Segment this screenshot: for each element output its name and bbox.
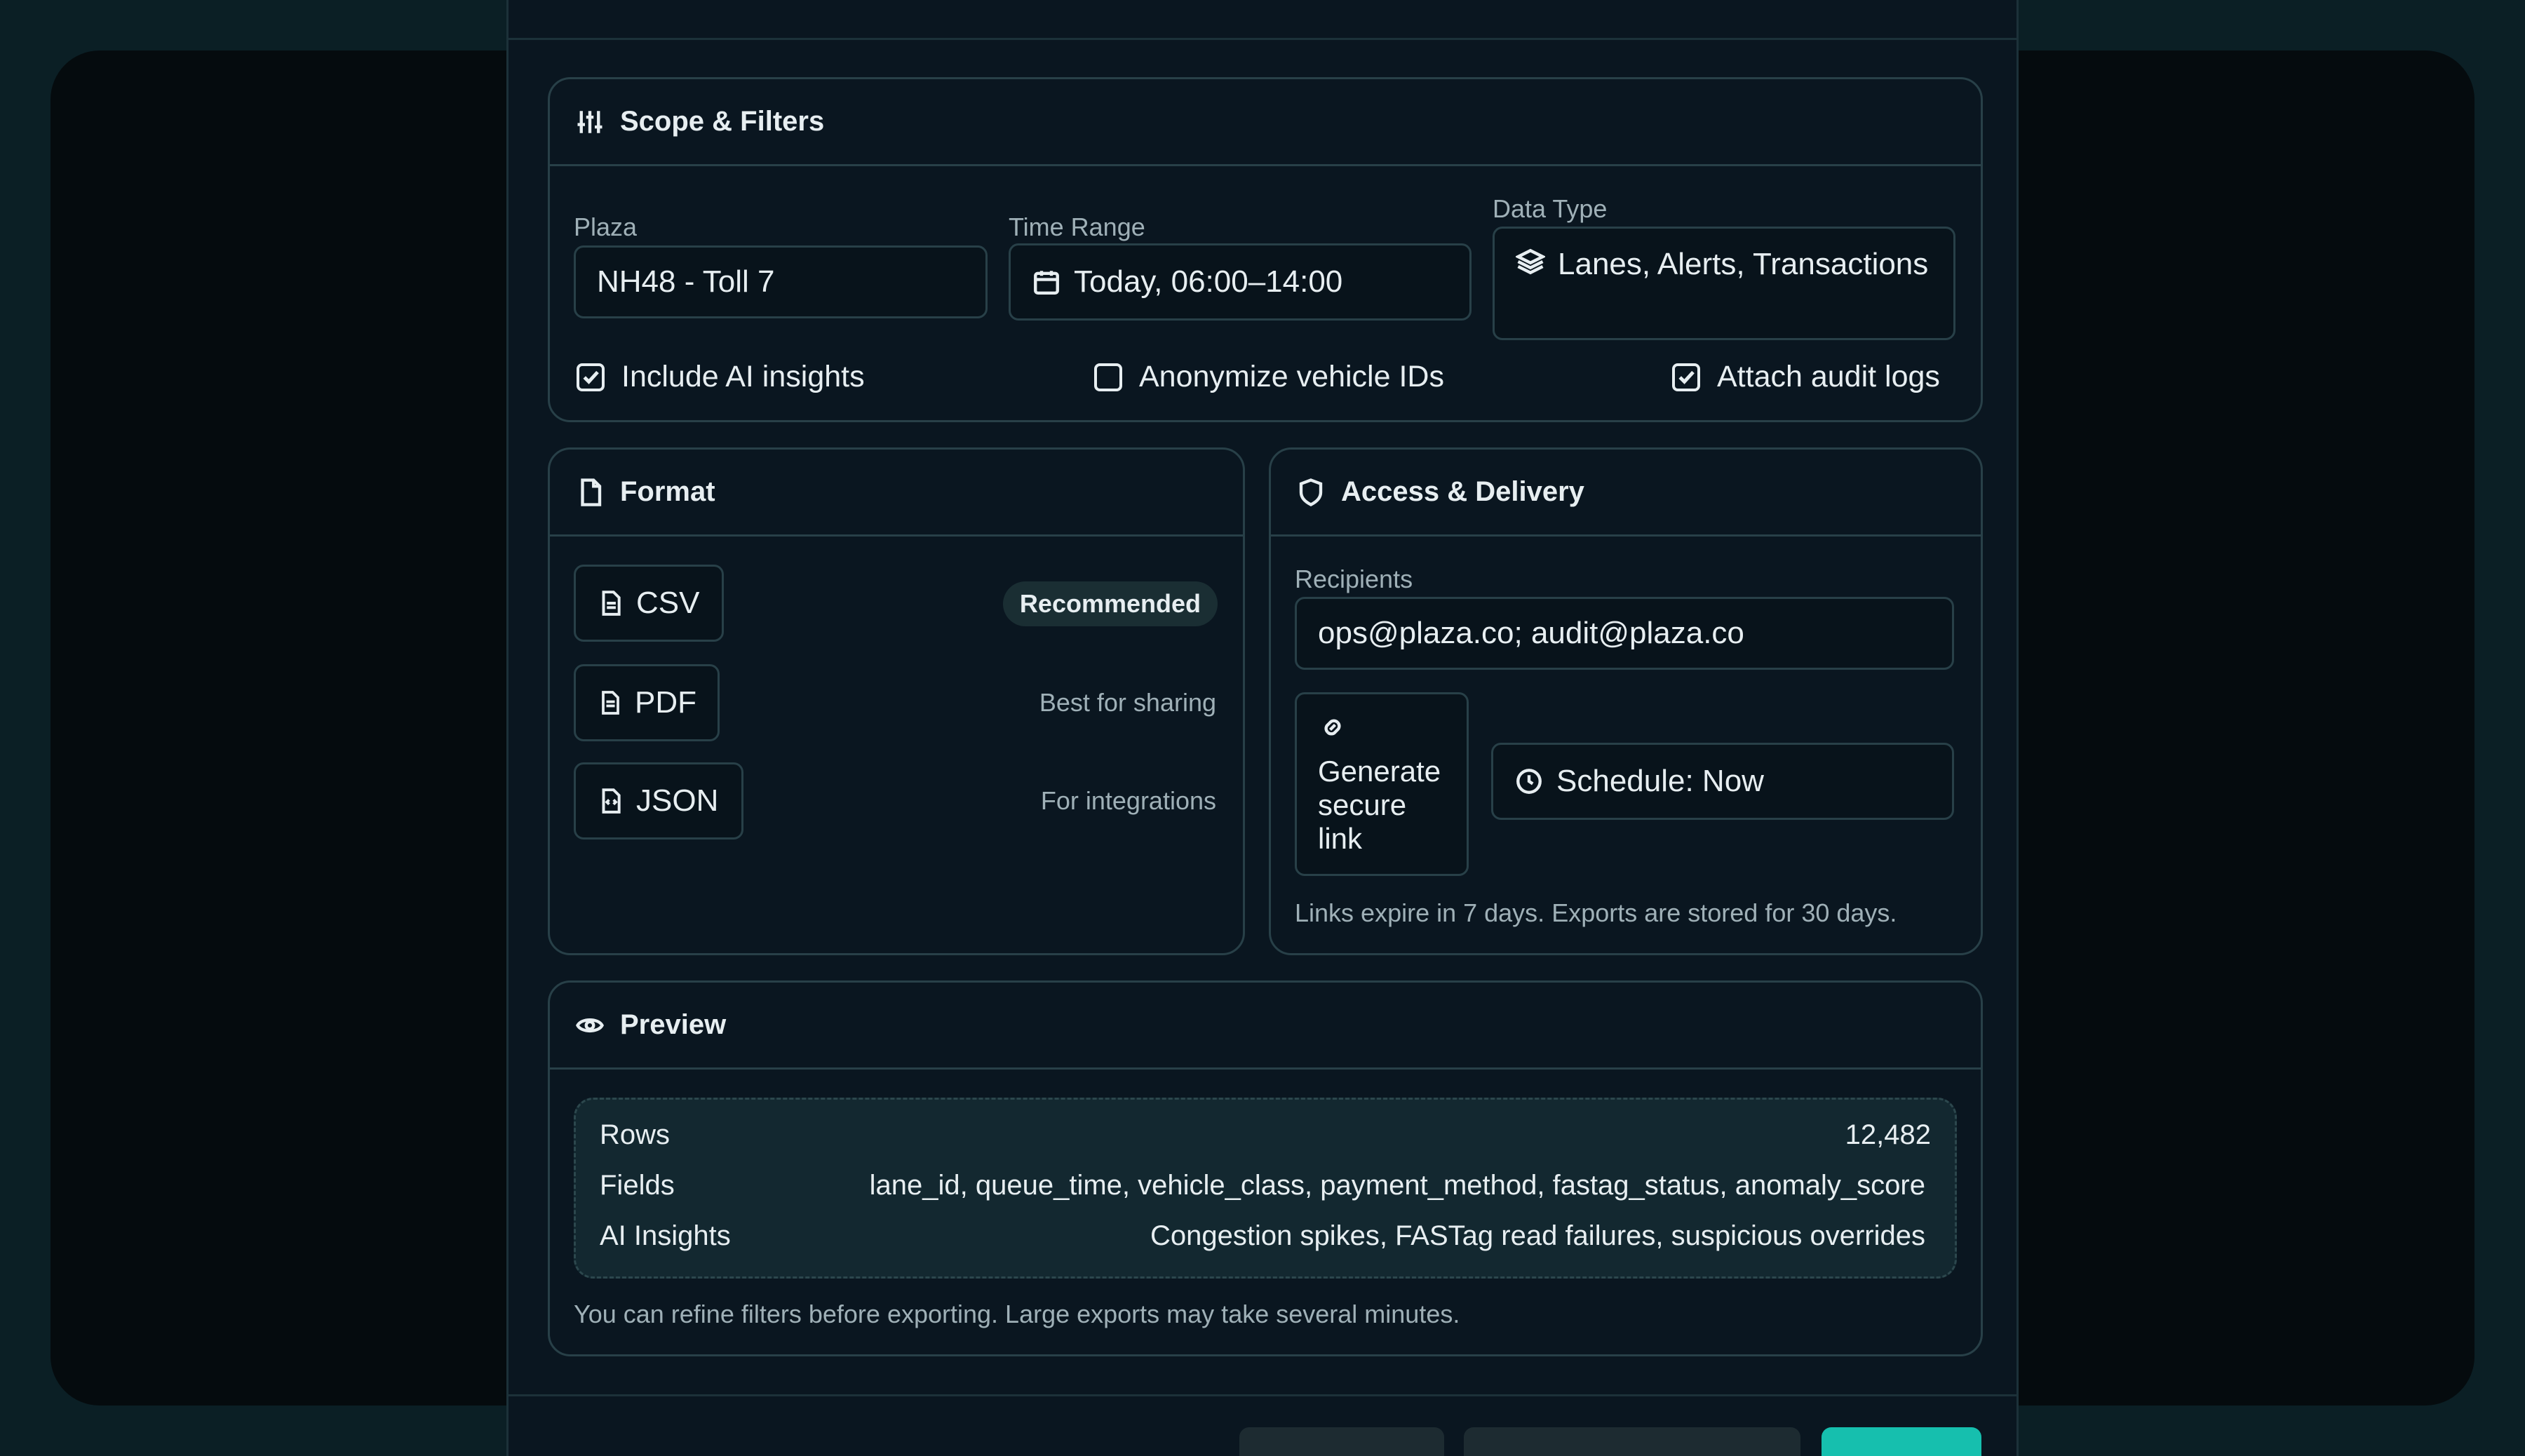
format-csv-button[interactable]: CSV <box>574 565 724 642</box>
time-range-label: Time Range <box>1009 213 1145 241</box>
sliders-icon <box>575 107 605 137</box>
preview-header: Preview <box>550 983 1981 1070</box>
preview-note: You can refine filters before exporting.… <box>574 1300 1460 1328</box>
link-icon <box>1318 713 1347 742</box>
fields-label: Fields <box>600 1170 675 1201</box>
layers-icon <box>1516 247 1545 276</box>
attach-audit-logs-checkbox[interactable]: Attach audit logs <box>1672 360 1940 394</box>
data-type-label: Data Type <box>1493 194 1608 223</box>
fields-value: lane_id, queue_time, vehicle_class, paym… <box>869 1170 1925 1201</box>
pdf-file-icon <box>602 691 619 715</box>
recommended-badge: Recommended <box>1002 581 1218 626</box>
generate-secure-link-label: Generate secure link <box>1318 755 1441 855</box>
access-delivery-card: Access & Delivery Recipients ops@plaza.c… <box>1269 447 1983 955</box>
checked-box-icon <box>577 363 605 391</box>
rows-value: 12,482 <box>1845 1119 1931 1150</box>
rows-label: Rows <box>600 1119 671 1150</box>
recipients-label: Recipients <box>1295 565 1413 593</box>
json-label: JSON <box>636 783 719 818</box>
anonymize-vehicle-ids-label: Anonymize vehicle IDs <box>1139 360 1444 393</box>
secondary-action-button[interactable] <box>1464 1427 1800 1456</box>
preview-summary-box: Rows 12,482 Fields lane_id, queue_time, … <box>574 1098 1957 1279</box>
file-icon <box>575 478 605 507</box>
data-type-value: Lanes, Alerts, Transactions <box>1558 247 1929 281</box>
access-delivery-title: Access & Delivery <box>1341 476 1584 507</box>
access-delivery-header: Access & Delivery <box>1271 450 1981 537</box>
calendar-icon <box>1032 267 1061 297</box>
delivery-note: Links expire in 7 days. Exports are stor… <box>1295 898 1897 927</box>
format-header: Format <box>550 450 1243 537</box>
preview-title: Preview <box>620 1009 727 1040</box>
pdf-hint: Best for sharing <box>1039 688 1216 717</box>
csv-file-icon <box>602 591 621 616</box>
modal-header-divider <box>509 38 2016 40</box>
schedule-value: Schedule: Now <box>1556 764 1764 798</box>
modal-footer-divider <box>509 1394 2016 1396</box>
time-range-value: Today, 06:00–14:00 <box>1074 264 1343 299</box>
cancel-button[interactable] <box>1239 1427 1444 1456</box>
app-background: Scope & Filters Plaza NH48 - Toll 7 Time… <box>0 0 2525 1456</box>
format-title: Format <box>620 476 715 507</box>
ai-insights-value: Congestion spikes, FASTag read failures,… <box>1150 1220 1925 1251</box>
attach-audit-logs-label: Attach audit logs <box>1717 360 1940 393</box>
eye-icon <box>575 1011 605 1040</box>
unchecked-box-icon <box>1094 363 1122 391</box>
format-pdf-button[interactable]: PDF <box>574 664 720 741</box>
anonymize-vehicle-ids-checkbox[interactable]: Anonymize vehicle IDs <box>1094 360 1444 394</box>
scope-filters-card: Scope & Filters Plaza NH48 - Toll 7 Time… <box>548 77 1983 422</box>
export-modal: Scope & Filters Plaza NH48 - Toll 7 Time… <box>506 0 2019 1456</box>
data-type-field[interactable]: Lanes, Alerts, Transactions <box>1493 227 1955 340</box>
plaza-label: Plaza <box>574 213 638 241</box>
csv-label: CSV <box>636 586 700 620</box>
plaza-value: NH48 - Toll 7 <box>597 264 775 299</box>
json-hint: For integrations <box>1040 786 1216 815</box>
shield-icon <box>1296 478 1326 507</box>
include-ai-insights-checkbox[interactable]: Include AI insights <box>577 360 865 394</box>
json-file-icon <box>602 788 621 814</box>
plaza-select[interactable]: NH48 - Toll 7 <box>574 245 988 318</box>
scope-filters-header: Scope & Filters <box>550 79 1981 166</box>
clock-icon <box>1514 767 1544 796</box>
recipients-value: ops@plaza.co; audit@plaza.co <box>1318 616 1744 650</box>
checked-box-icon <box>1672 363 1700 391</box>
recipients-input[interactable]: ops@plaza.co; audit@plaza.co <box>1295 597 1954 670</box>
include-ai-insights-label: Include AI insights <box>621 360 865 393</box>
format-json-button[interactable]: JSON <box>574 762 743 840</box>
format-card: Format CSV Recommended PDF Best for shar… <box>548 447 1245 955</box>
generate-secure-link-button[interactable]: Generate secure link <box>1295 692 1469 876</box>
preview-card: Preview Rows 12,482 Fields lane_id, queu… <box>548 980 1983 1356</box>
schedule-select[interactable]: Schedule: Now <box>1491 743 1954 820</box>
primary-export-button[interactable] <box>1822 1427 1981 1456</box>
scope-filters-title: Scope & Filters <box>620 106 825 137</box>
time-range-field[interactable]: Today, 06:00–14:00 <box>1009 243 1472 321</box>
ai-insights-label: AI Insights <box>600 1220 731 1251</box>
pdf-label: PDF <box>635 685 696 720</box>
